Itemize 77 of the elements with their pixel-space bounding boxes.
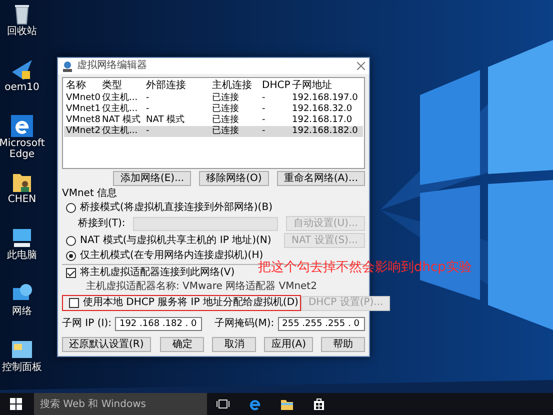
network-icon — [62, 60, 73, 72]
dialog-button[interactable]: 应用(A) — [264, 337, 313, 352]
desktop-icon-label[interactable]: CHEN — [8, 194, 36, 205]
field-label: 桥接到(T): — [78, 218, 126, 230]
column-header[interactable]: 子网地址 — [290, 80, 362, 93]
table-cell-text: 仅主机... — [101, 93, 139, 104]
column-header[interactable]: 名称 — [64, 80, 100, 93]
window-title: 虚拟网络编辑器 — [77, 60, 148, 72]
table-cell-text: - — [261, 126, 266, 137]
column-header[interactable]: 类型 — [100, 80, 144, 93]
field-label: 子网掩码(M): — [214, 318, 274, 330]
dialog-button[interactable]: 帮助 — [321, 337, 365, 352]
field-label: 子网 IP (I): — [62, 318, 112, 330]
radio-button[interactable] — [66, 203, 76, 213]
search-field[interactable]: 搜索 Web 和 Windows — [34, 393, 207, 415]
radio-button[interactable] — [66, 251, 76, 261]
column-header[interactable]: DHCP — [260, 80, 290, 93]
table-row[interactable]: VMnet0 仅主机... - 已连接 - 192.168.197.0 — [64, 93, 363, 104]
computer-icon[interactable] — [10, 226, 34, 250]
table-cell-text: - — [145, 126, 150, 137]
close-icon[interactable] — [357, 62, 365, 70]
table-cell-text: NAT 模式 — [145, 115, 186, 126]
table-cell-text: 已连接 — [211, 115, 240, 126]
table-cell-text: 已连接 — [211, 93, 240, 104]
desktop-icon-label[interactable]: oem10 — [4, 82, 40, 93]
radio-label[interactable]: 桥接模式(将虚拟机直接连接到外部网络)(B) — [80, 202, 272, 214]
shortcut-icon[interactable] — [10, 58, 34, 82]
table-cell-text: 192.168.32.0 — [291, 104, 354, 115]
table-cell-text: 仅主机... — [101, 104, 139, 114]
ip-field[interactable]: 192 .168 .182 . 0 — [115, 317, 202, 331]
start-icon[interactable] — [9, 397, 23, 411]
dialog-button[interactable]: 取消 — [212, 337, 256, 352]
task-view-icon[interactable] — [216, 397, 230, 411]
desktop-icon-label[interactable]: 此电脑 — [7, 250, 37, 261]
store-icon[interactable] — [312, 397, 326, 411]
table-cell-text: - — [261, 104, 266, 115]
table-cell-text: 192.168.182.0 — [291, 126, 359, 137]
table-row[interactable]: VMnet1 仅主机... - 已连接 - 192.168.32.0 — [64, 104, 363, 115]
table-cell-text: 已连接 — [211, 104, 240, 114]
table-cell-text: - — [261, 93, 266, 104]
table-cell-text: VMnet1 — [65, 104, 100, 115]
desktop-icon-label[interactable]: Microsoft Edge — [0, 138, 45, 160]
column-header[interactable]: 外部连接 — [144, 80, 210, 93]
table-cell-text: NAT 模式 — [101, 115, 142, 126]
table-cell-text: VMnet8 — [65, 115, 100, 126]
table-row[interactable]: VMnet8 NAT 模式 NAT 模式 已连接 - 192.168.17.0 — [64, 115, 363, 126]
table-cell-text: - — [145, 104, 150, 115]
table-cell-text: 192.168.197.0 — [291, 93, 359, 104]
table-cell-text: VMnet2 — [65, 126, 100, 137]
checkbox-label[interactable]: 使用本地 DHCP 服务将 IP 地址分配给虚拟机(D) — [83, 297, 298, 309]
mask-field[interactable]: 255 .255 .255 . 0 — [278, 317, 365, 331]
desktop-icon-label[interactable]: 回收站 — [7, 26, 37, 37]
radio-label[interactable]: 仅主机模式(在专用网络内连接虚拟机)(H) — [80, 250, 264, 262]
restore-defaults-button[interactable]: 还原默认设置(R) — [62, 337, 151, 352]
column-header[interactable]: 主机连接 — [210, 80, 260, 93]
network-button[interactable]: 重命名网络(A)... — [276, 171, 365, 186]
checkbox[interactable] — [66, 268, 76, 278]
folder-icon[interactable] — [280, 397, 294, 411]
adapter-name-text: 主机虚拟适配器名称: VMware 网络适配器 VMnet2 — [85, 281, 318, 293]
table-cell-text: - — [145, 93, 150, 104]
checkbox-label[interactable]: 将主机虚拟适配器连接到此网络(V) — [80, 267, 235, 279]
network-button[interactable]: 添加网络(E)... — [113, 171, 192, 186]
table-row[interactable]: VMnet2 仅主机... - 已连接 - 192.168.182.0 — [64, 126, 363, 137]
table-cell-text: 192.168.17.0 — [291, 115, 354, 126]
dialog-button[interactable]: 确定 — [160, 337, 204, 352]
radio-button[interactable] — [66, 236, 76, 246]
browser-icon[interactable] — [10, 114, 34, 138]
table-cell-text: 仅主机... — [101, 126, 139, 137]
table-cell-text: VMnet0 — [65, 93, 100, 104]
desktop-icon-label[interactable]: 网络 — [12, 306, 32, 317]
section-label: VMnet 信息 — [62, 188, 118, 200]
checkbox[interactable] — [69, 298, 79, 308]
table-cell-text: 已连接 — [211, 126, 240, 137]
desktop-icon-label[interactable]: 控制面板 — [2, 362, 42, 373]
radio-label[interactable]: NAT 模式(与虚拟机共享主机的 IP 地址)(N) — [80, 234, 272, 246]
table-cell-text: - — [261, 115, 266, 126]
network-button[interactable]: 移除网络(O) — [199, 171, 269, 186]
